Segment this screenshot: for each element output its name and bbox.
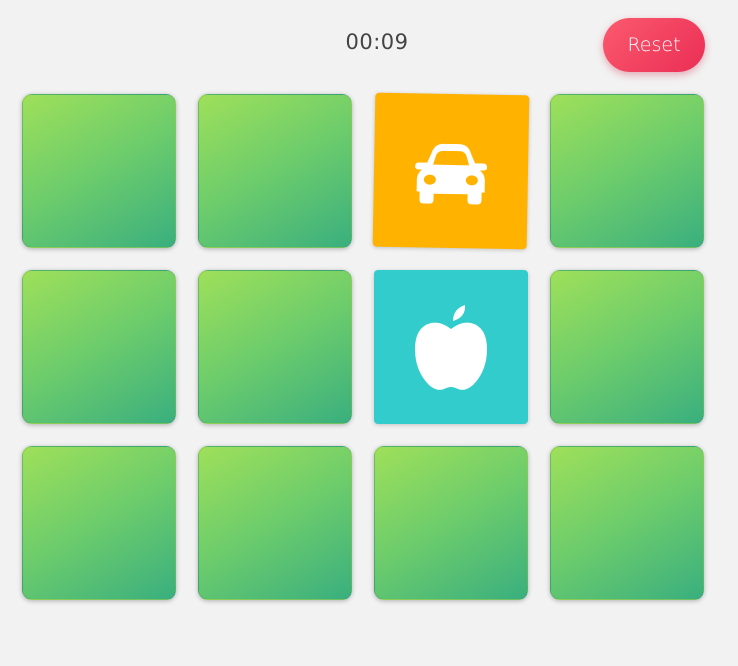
card-hidden[interactable] [550, 446, 704, 600]
card-hidden[interactable] [374, 446, 528, 600]
car-icon [406, 135, 495, 207]
card-hidden[interactable] [198, 270, 352, 424]
card-revealed-apple[interactable] [374, 270, 528, 424]
game-timer: 00:09 [345, 30, 409, 54]
apple-icon [411, 301, 491, 393]
card-hidden[interactable] [198, 94, 352, 248]
card-hidden[interactable] [22, 446, 176, 600]
card-hidden[interactable] [550, 270, 704, 424]
game-header: 00:09 Reset [0, 0, 738, 90]
card-hidden[interactable] [22, 94, 176, 248]
card-grid [22, 92, 706, 600]
card-hidden[interactable] [22, 270, 176, 424]
card-hidden[interactable] [550, 94, 704, 248]
card-hidden[interactable] [198, 446, 352, 600]
card-revealed-car[interactable] [372, 92, 530, 250]
reset-button[interactable]: Reset [603, 18, 705, 72]
